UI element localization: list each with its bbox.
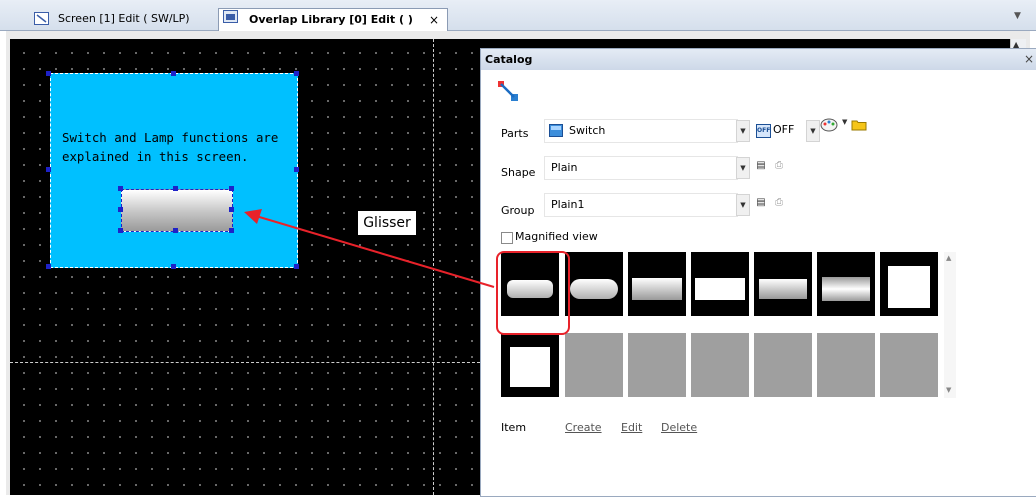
group-value: Plain1 xyxy=(551,198,585,211)
resize-handle[interactable] xyxy=(173,186,178,191)
tab-overlap-library-edit[interactable]: Overlap Library [0] Edit ( ) × xyxy=(218,8,448,31)
pill-switch-shape xyxy=(570,279,618,299)
switch-part[interactable] xyxy=(121,189,233,232)
catalog-item[interactable] xyxy=(501,333,559,397)
off-mode-select[interactable]: OFF OFF xyxy=(754,121,804,141)
tab-screen-edit-label: Screen [1] Edit ( SW/LP) xyxy=(58,12,190,25)
resize-handle[interactable] xyxy=(294,167,299,172)
magnified-view-checkbox[interactable] xyxy=(501,232,513,244)
group-select[interactable]: Plain1 xyxy=(544,193,738,217)
tab-screen-edit[interactable]: Screen [1] Edit ( SW/LP) xyxy=(32,8,212,30)
resize-handle[interactable] xyxy=(229,207,234,212)
delete-link[interactable]: Delete xyxy=(661,421,697,434)
create-link[interactable]: Create xyxy=(565,421,602,434)
scroll-up-icon[interactable]: ▲ xyxy=(946,254,951,262)
tab-overlap-library-label: Overlap Library [0] Edit ( ) xyxy=(249,13,413,26)
catalog-item-empty xyxy=(754,333,812,397)
resize-handle[interactable] xyxy=(294,264,299,269)
resize-handle[interactable] xyxy=(118,186,123,191)
catalog-item-empty xyxy=(628,333,686,397)
group-dropdown-icon[interactable]: ▼ xyxy=(736,194,750,216)
catalog-tool-icon[interactable] xyxy=(497,80,519,102)
overlay-description-text: Switch and Lamp functions are explained … xyxy=(62,130,279,164)
catalog-item[interactable] xyxy=(817,252,875,316)
selected-item-highlight xyxy=(496,251,570,335)
group-print-icon[interactable]: ⎙ xyxy=(772,196,786,210)
catalog-item-empty xyxy=(880,333,938,397)
catalog-item[interactable] xyxy=(565,252,623,316)
shape-label: Shape xyxy=(501,166,536,179)
palette-icon[interactable] xyxy=(820,118,840,132)
magnified-view-label: Magnified view xyxy=(515,230,598,243)
parts-label: Parts xyxy=(501,127,529,140)
edit-link[interactable]: Edit xyxy=(621,421,642,434)
catalog-close-icon[interactable]: × xyxy=(1024,52,1034,66)
shape-dropdown-icon[interactable]: ▼ xyxy=(736,157,750,179)
square-switch-shape xyxy=(510,347,550,387)
resize-handle[interactable] xyxy=(118,207,123,212)
item-label: Item xyxy=(501,421,527,434)
resize-handle[interactable] xyxy=(294,71,299,76)
off-mode-dropdown-icon[interactable]: ▼ xyxy=(806,120,820,142)
catalog-item[interactable] xyxy=(691,252,749,316)
off-mode-label: OFF xyxy=(773,123,795,136)
bevel-switch-shape xyxy=(759,279,807,299)
resize-handle[interactable] xyxy=(46,71,51,76)
gradient-switch-shape xyxy=(632,278,682,300)
square-switch-shape xyxy=(888,266,930,308)
shaded-switch-shape xyxy=(822,277,870,301)
resize-handle[interactable] xyxy=(46,167,51,172)
catalog-item[interactable] xyxy=(754,252,812,316)
shape-value: Plain xyxy=(551,161,578,174)
guide-line-vertical xyxy=(433,39,434,495)
catalog-item[interactable] xyxy=(628,252,686,316)
shape-print-icon[interactable]: ⎙ xyxy=(772,159,786,173)
scroll-down-icon[interactable]: ▼ xyxy=(946,386,951,394)
shape-select[interactable]: Plain xyxy=(544,156,738,180)
resize-handle[interactable] xyxy=(229,228,234,233)
catalog-title-bar[interactable]: Catalog xyxy=(481,49,1036,70)
off-mode-icon: OFF xyxy=(756,124,771,138)
catalog-item-empty xyxy=(691,333,749,397)
resize-handle[interactable] xyxy=(118,228,123,233)
catalog-scrollbar[interactable]: ▲ ▼ xyxy=(944,252,956,398)
resize-handle[interactable] xyxy=(171,71,176,76)
drag-annotation-label: Glisser xyxy=(357,210,417,236)
plain-switch-shape xyxy=(695,278,745,300)
palette-dropdown-icon[interactable]: ▼ xyxy=(842,118,847,126)
catalog-item-empty xyxy=(817,333,875,397)
resize-handle[interactable] xyxy=(46,264,51,269)
catalog-item[interactable] xyxy=(880,252,938,316)
parts-value: Switch xyxy=(569,124,606,137)
group-label: Group xyxy=(501,204,535,217)
overlap-library-icon xyxy=(223,10,238,23)
parts-select[interactable]: Switch xyxy=(544,119,738,143)
parts-dropdown-icon[interactable]: ▼ xyxy=(736,120,750,142)
resize-handle[interactable] xyxy=(173,228,178,233)
resize-handle[interactable] xyxy=(229,186,234,191)
shape-save-icon[interactable]: ▤ xyxy=(754,159,768,173)
tab-close-icon[interactable]: × xyxy=(429,9,439,31)
catalog-item-empty xyxy=(565,333,623,397)
catalog-title: Catalog xyxy=(485,53,533,66)
folder-icon[interactable] xyxy=(851,119,867,131)
tab-overflow-icon[interactable]: ▼ xyxy=(1014,11,1021,21)
group-save-icon[interactable]: ▤ xyxy=(754,196,768,210)
screen-icon xyxy=(34,12,49,25)
guide-line-horizontal xyxy=(10,362,480,363)
resize-handle[interactable] xyxy=(171,264,176,269)
switch-icon xyxy=(549,124,563,137)
overlay-library-item[interactable] xyxy=(50,73,298,268)
